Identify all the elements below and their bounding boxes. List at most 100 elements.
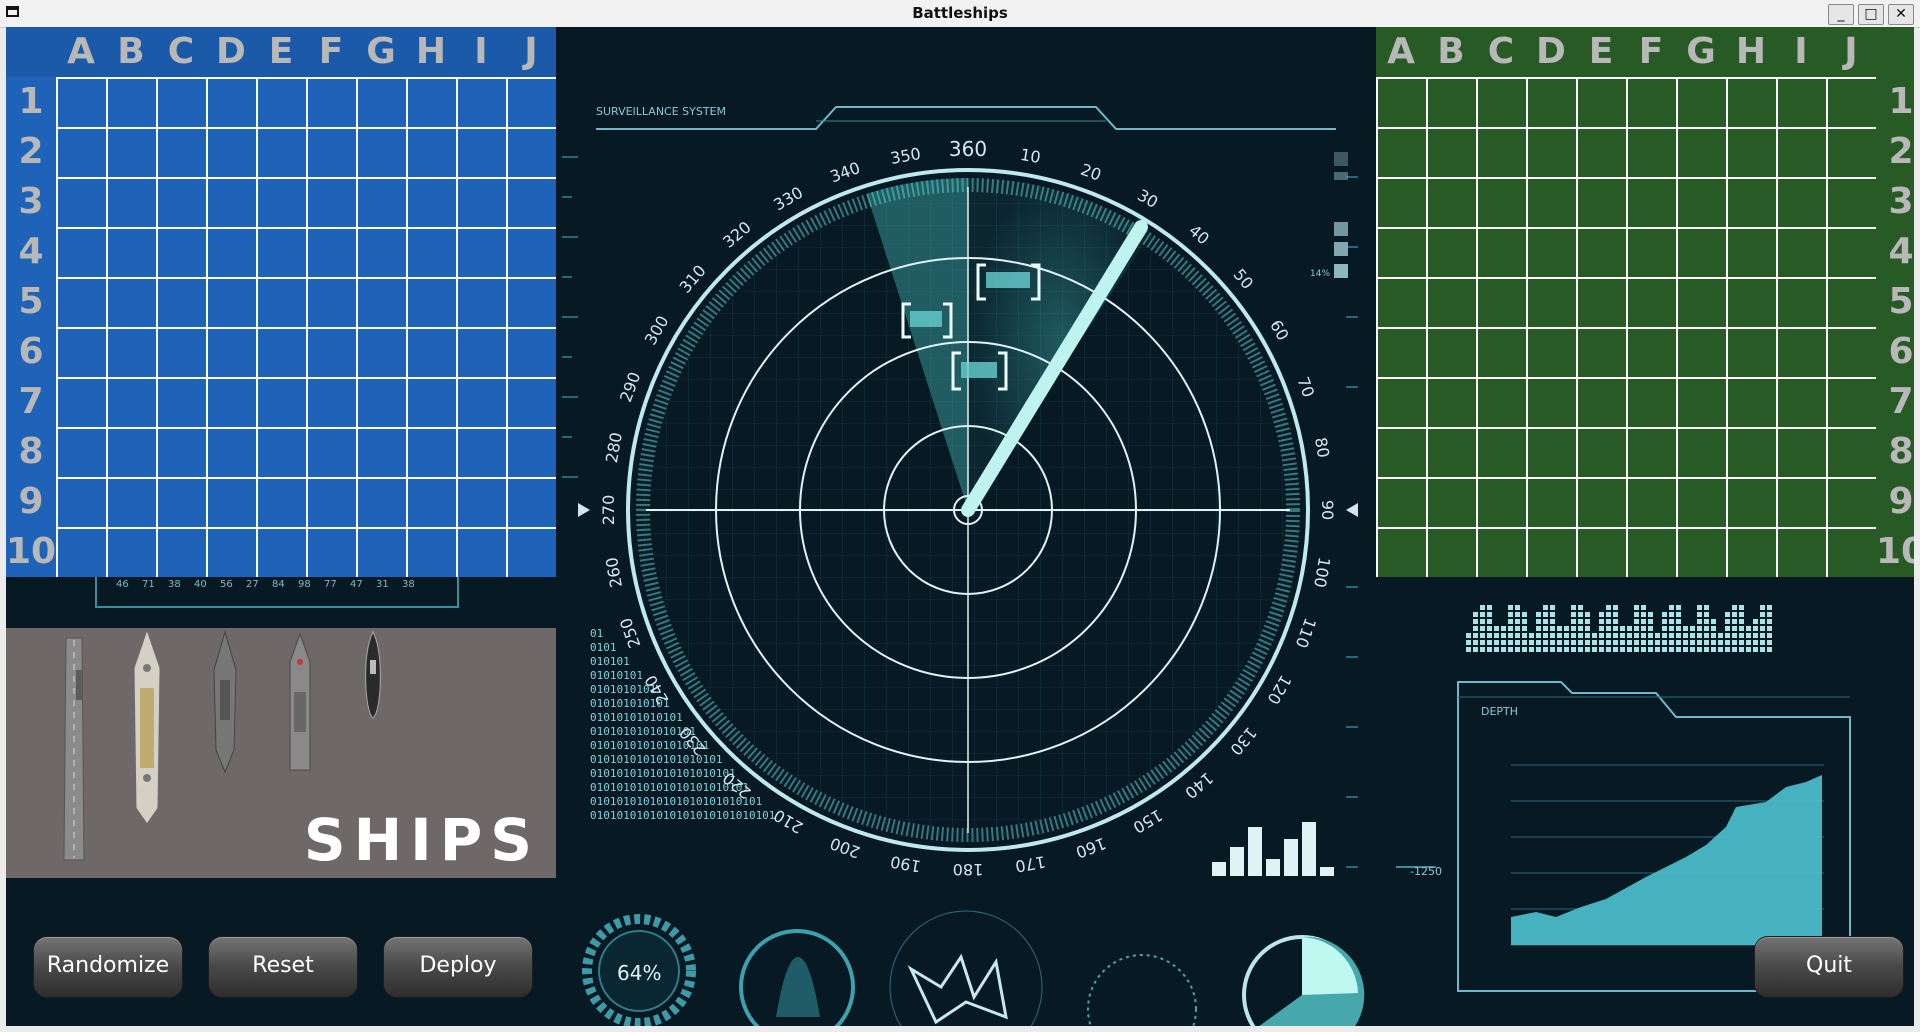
binary-line: 010101 [590,655,630,668]
destroyer-ship[interactable] [286,632,314,774]
player-board-cells[interactable] [56,77,556,577]
quit-button[interactable]: Quit [1754,936,1904,998]
dot-matrix-cell [1662,633,1667,638]
dot-matrix-cell [1480,647,1485,652]
aircraft-carrier-ship[interactable] [58,630,90,870]
cruiser-ship[interactable] [210,630,240,774]
dot-matrix-cell [1697,647,1702,652]
binary-line: 0101 [590,641,617,654]
dot-matrix-cell [1599,626,1604,631]
dot-matrix-cell [1732,633,1737,638]
dot-matrix-cell [1676,647,1681,652]
dot-matrix-cell [1613,612,1618,617]
dot-matrix-cell [1711,626,1716,631]
radar-angle-label: 160 [1073,834,1108,862]
dot-matrix-cell [1690,647,1695,652]
dot-matrix-cell [1704,612,1709,617]
maximize-button[interactable]: □ [1858,4,1884,25]
dot-matrix-cell [1571,633,1576,638]
dot-matrix-cell [1515,633,1520,638]
dot-matrix-cell [1529,647,1534,652]
enemy-board-cells[interactable] [1376,77,1876,577]
dot-matrix-cell [1732,605,1737,610]
dot-matrix-cell [1480,633,1485,638]
radar-angle-label: 100 [1310,556,1334,589]
radar-angle-label: 360 [949,137,987,161]
row-label: 10 [1876,531,1914,572]
dot-matrix-cell [1599,640,1604,645]
strip-number: 56 [220,579,233,590]
radar-angle-label: 190 [889,852,922,876]
column-label: J [524,31,538,72]
dot-matrix-cell [1767,633,1772,638]
dot-matrix-cell [1599,633,1604,638]
dot-matrix-cell [1676,619,1681,624]
radar-angle-label: 10 [1019,145,1042,167]
reset-button[interactable]: Reset [208,936,358,998]
dot-matrix-cell [1760,605,1765,610]
dot-matrix-cell [1641,612,1646,617]
binary-line: 01010101 [590,669,643,682]
column-label: E [268,31,294,72]
dot-matrix-cell [1480,626,1485,631]
dot-matrix-cell [1606,619,1611,624]
dot-matrix-cell [1711,619,1716,624]
dot-matrix-cell [1753,619,1758,624]
radar-angle-label: 30 [1134,185,1161,212]
dot-matrix-cell [1641,640,1646,645]
dot-matrix-cell [1725,612,1730,617]
dot-matrix-cell [1508,619,1513,624]
dot-matrix-cell [1585,626,1590,631]
dot-matrix-cell [1634,619,1639,624]
depth-marker: -1250 [1410,865,1442,878]
minimize-button[interactable]: _ [1828,4,1854,25]
dot-matrix-cell [1760,647,1765,652]
dot-matrix-cell [1508,612,1513,617]
dot-matrix-cell [1753,647,1758,652]
dot-matrix-cell [1697,612,1702,617]
dot-matrix-cell [1613,647,1618,652]
depth-label: DEPTH [1481,705,1518,718]
deploy-button[interactable]: Deploy [383,936,533,998]
dot-matrix-cell [1648,633,1653,638]
dot-matrix-cell [1690,640,1695,645]
dot-matrix-cell [1732,626,1737,631]
strip-number: 77 [324,579,337,590]
dot-matrix-cell [1480,619,1485,624]
dot-matrix-cell [1697,626,1702,631]
dot-matrix-cell [1676,626,1681,631]
dot-matrix-cell [1557,626,1562,631]
dot-matrix-cell [1648,619,1653,624]
battleship-ship[interactable] [130,628,164,826]
strip-number: 27 [246,579,259,590]
dot-matrix-cell [1606,612,1611,617]
dot-matrix-cell [1487,626,1492,631]
dot-matrix-cell [1613,626,1618,631]
submarine-ship[interactable] [360,630,386,720]
dot-matrix-cell [1683,626,1688,631]
dot-matrix-cell [1550,612,1555,617]
dot-matrix-cell [1536,612,1541,617]
dot-matrix-cell [1697,633,1702,638]
dot-matrix-cell [1634,647,1639,652]
radar-angle-label: 300 [641,312,673,348]
dot-matrix-cell [1767,626,1772,631]
row-label: 9 [1888,481,1914,522]
game-stage: SURVEILLANCE SYSTEM 14% 46 71 38 40 56 2… [6,27,1914,1026]
dot-matrix-cell [1599,647,1604,652]
radar-angle-label: 110 [1292,615,1320,650]
dot-matrix-cell [1725,626,1730,631]
dot-matrix-cell [1529,633,1534,638]
randomize-button[interactable]: Randomize [33,936,183,998]
radar-angle-label: 120 [1263,672,1295,708]
strip-number: 31 [376,579,389,590]
dot-matrix-cell [1641,605,1646,610]
level-readout: 14% [1310,269,1330,279]
close-button[interactable]: ✕ [1888,4,1914,25]
enemy-board: ABCDEFGHIJ 1 2 3 4 5 6 7 8 9 10 [1376,27,1914,577]
row-label: 9 [18,481,44,522]
dot-matrix-cell [1487,633,1492,638]
row-label: 1 [18,81,44,122]
strip-number: 46 [116,579,129,590]
dot-matrix-cell [1536,619,1541,624]
